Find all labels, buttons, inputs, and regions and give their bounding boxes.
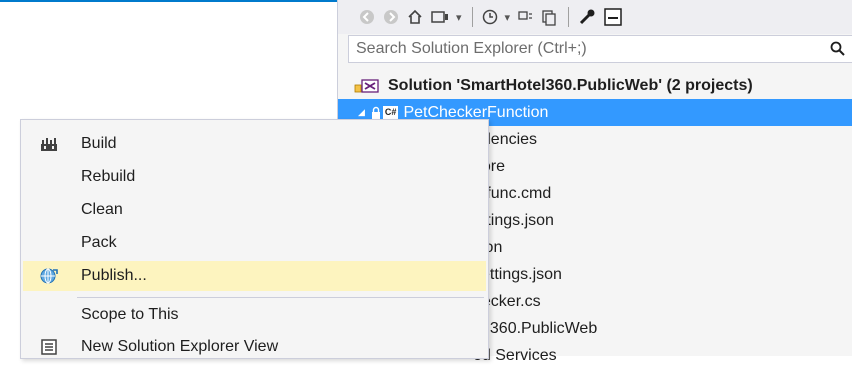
search-icon[interactable] (824, 40, 852, 58)
tree-item-label: tel360.PublicWeb (473, 319, 598, 337)
forward-icon[interactable] (382, 6, 400, 28)
csharp-project-icon: C# (371, 106, 399, 120)
back-icon[interactable] (358, 6, 376, 28)
solution-label: Solution 'SmartHotel360.PublicWeb' (2 pr… (388, 76, 753, 94)
history-icon[interactable] (481, 6, 499, 28)
publish-globe-icon (23, 266, 75, 286)
expand-arrow-icon[interactable]: ◢ (358, 107, 365, 118)
new-view-icon (23, 337, 75, 357)
collapse-all-icon[interactable] (516, 6, 534, 28)
menu-item-label: Pack (81, 234, 117, 251)
menu-item-pack[interactable]: Pack (23, 228, 486, 258)
search-input[interactable] (356, 40, 824, 58)
menu-item-publish[interactable]: Publish... (23, 261, 486, 291)
dropdown-arrow-icon-2[interactable]: ▾ (505, 6, 511, 28)
menu-item-label: Publish... (81, 267, 147, 284)
build-icon (23, 135, 75, 153)
menu-item-rebuild[interactable]: Rebuild (23, 162, 486, 192)
dropdown-arrow-icon[interactable]: ▾ (456, 6, 462, 28)
menu-separator (77, 297, 484, 298)
properties-icon[interactable] (577, 6, 597, 28)
solution-node[interactable]: Solution 'SmartHotel360.PublicWeb' (2 pr… (338, 72, 852, 99)
menu-item-scope-to-this[interactable]: Scope to This (23, 300, 486, 330)
switch-views-icon[interactable] (430, 6, 450, 28)
menu-item-clean[interactable]: Clean (23, 195, 486, 225)
solution-icon (354, 78, 382, 94)
solution-explorer-toolbar: ▾ ▾ (338, 0, 852, 34)
toolbar-separator-2 (568, 7, 570, 27)
menu-item-label: Rebuild (81, 168, 136, 185)
menu-item-label: Clean (81, 201, 123, 218)
preview-icon[interactable] (603, 6, 623, 28)
menu-item-label: New Solution Explorer View (81, 338, 279, 355)
search-box[interactable] (348, 35, 852, 63)
menu-item-build[interactable]: Build (23, 129, 486, 159)
menu-item-label: Scope to This (81, 306, 179, 323)
project-context-menu: Build Rebuild Clean Pack Publish... Scop… (20, 119, 489, 359)
menu-item-new-solution-explorer-view[interactable]: New Solution Explorer View (23, 332, 486, 362)
csharp-badge: C# (382, 106, 399, 119)
home-icon[interactable] (406, 6, 424, 28)
menu-item-label: Build (81, 135, 117, 152)
toolbar-separator (471, 7, 473, 27)
show-all-files-icon[interactable] (540, 6, 558, 28)
